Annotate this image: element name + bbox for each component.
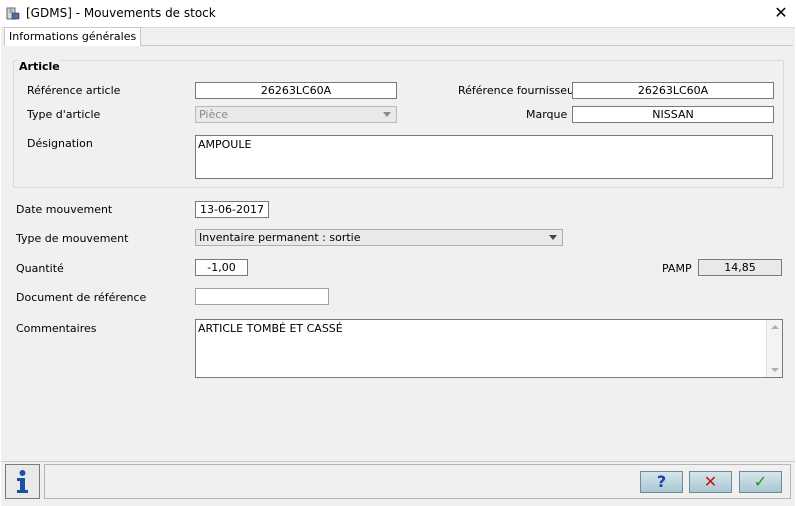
- scroll-up-icon[interactable]: [771, 325, 779, 329]
- type-article-label: Type d'article: [27, 108, 101, 121]
- supplier-ref-label: Référence fournisseur: [458, 84, 579, 97]
- chevron-down-icon: [383, 112, 391, 117]
- scroll-down-icon[interactable]: [771, 368, 779, 372]
- info-button[interactable]: [5, 464, 40, 499]
- movement-type-select[interactable]: Inventaire permanent : sortie: [195, 229, 563, 246]
- quantity-label: Quantité: [16, 262, 64, 275]
- checkmark-icon: ✓: [753, 472, 768, 491]
- comments-text: ARTICLE TOMBÉ ET CASSÉ: [198, 322, 343, 335]
- date-field[interactable]: 13-06-2017: [195, 201, 269, 218]
- date-label: Date mouvement: [16, 203, 113, 216]
- cancel-button[interactable]: ✕: [689, 471, 732, 493]
- app-icon: [6, 6, 20, 20]
- brand-label: Marque: [526, 108, 568, 121]
- chevron-down-icon: [549, 235, 557, 240]
- tab-informations-generales[interactable]: Informations générales: [4, 27, 142, 46]
- ref-article-label: Référence article: [27, 84, 121, 97]
- type-article-select: Pièce: [195, 106, 397, 123]
- comments-field[interactable]: ARTICLE TOMBÉ ET CASSÉ: [195, 319, 783, 378]
- pamp-label: PAMP: [662, 262, 692, 275]
- designation-field[interactable]: AMPOULE: [195, 135, 773, 179]
- docref-label: Document de référence: [16, 291, 147, 304]
- docref-field[interactable]: [195, 288, 329, 305]
- supplier-ref-field[interactable]: 26263LC60A: [572, 82, 774, 99]
- window-title: [GDMS] - Mouvements de stock: [26, 6, 216, 20]
- movement-type-label: Type de mouvement: [16, 232, 129, 245]
- help-icon: ?: [656, 472, 667, 491]
- ref-article-field[interactable]: 26263LC60A: [195, 82, 397, 99]
- info-icon: [17, 470, 28, 493]
- ok-button[interactable]: ✓: [739, 471, 782, 493]
- type-article-value: Pièce: [199, 108, 229, 121]
- cancel-icon: ✕: [703, 472, 718, 491]
- article-group-title: Article: [18, 60, 61, 73]
- quantity-field[interactable]: -1,00: [195, 259, 248, 276]
- close-button[interactable]: ✕: [770, 3, 792, 23]
- help-button[interactable]: ?: [640, 471, 683, 493]
- comments-label: Commentaires: [16, 322, 97, 335]
- pamp-field: 14,85: [698, 259, 782, 276]
- movement-type-value: Inventaire permanent : sortie: [199, 231, 361, 244]
- designation-label: Désignation: [27, 137, 93, 150]
- comments-scrollbar[interactable]: [766, 320, 782, 377]
- brand-field[interactable]: NISSAN: [572, 106, 774, 123]
